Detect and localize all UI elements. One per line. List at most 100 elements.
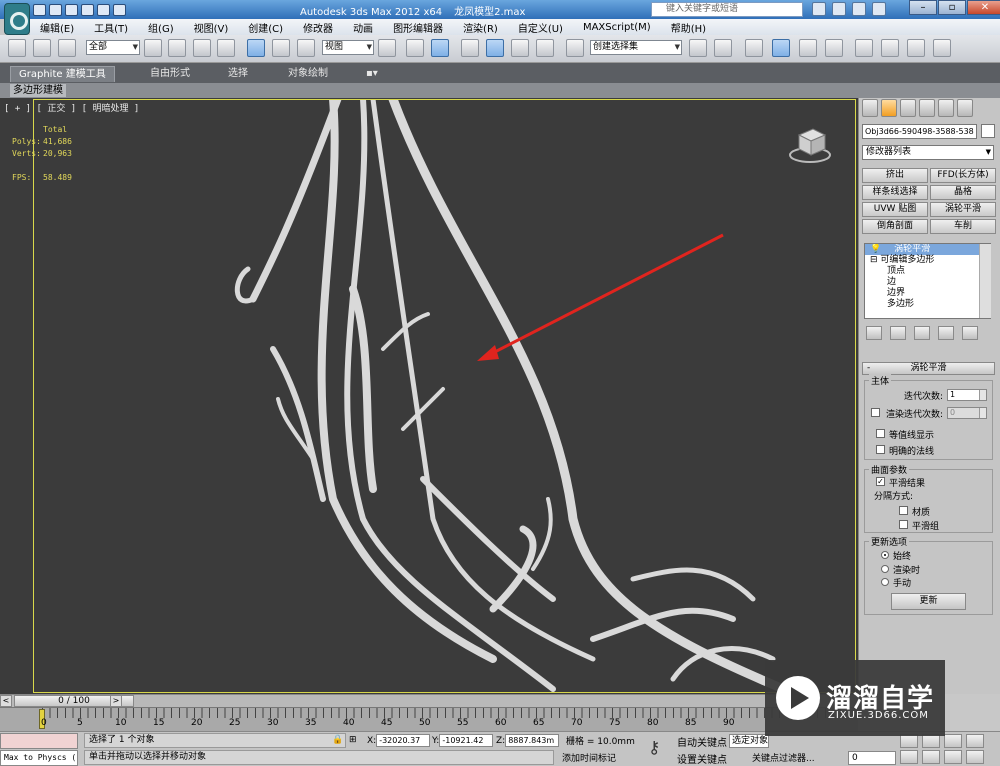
redo-icon[interactable] bbox=[97, 3, 110, 16]
reference-coord-select[interactable]: 视图 bbox=[322, 40, 374, 55]
tab-freeform[interactable]: 自由形式 bbox=[142, 66, 198, 82]
manually-radio[interactable] bbox=[881, 578, 889, 586]
motion-tab-icon[interactable] bbox=[919, 99, 935, 117]
tools-icon[interactable] bbox=[832, 2, 846, 16]
key-filters-button[interactable]: 关键点过滤器... bbox=[752, 751, 815, 764]
undo-icon[interactable] bbox=[81, 3, 94, 16]
polygon-modeling-button[interactable]: 多边形建模 bbox=[10, 84, 66, 97]
new-file-icon[interactable] bbox=[33, 3, 46, 16]
menu-modifiers[interactable]: 修改器 bbox=[293, 20, 343, 35]
modifier-list-select[interactable]: 修改器列表 bbox=[862, 145, 994, 160]
close-button[interactable]: ✕ bbox=[967, 0, 1000, 15]
open-file-icon[interactable] bbox=[49, 3, 62, 16]
window-crossing-icon[interactable] bbox=[217, 39, 235, 57]
stack-item-turbosmooth[interactable]: 💡 涡轮平滑 bbox=[865, 244, 990, 255]
menu-animation[interactable]: 动画 bbox=[343, 20, 383, 35]
configure-sets-icon[interactable] bbox=[962, 326, 978, 340]
materials-checkbox[interactable] bbox=[899, 506, 908, 515]
menu-rendering[interactable]: 渲染(R) bbox=[453, 20, 508, 35]
keyboard-shortcut-icon[interactable] bbox=[431, 39, 449, 57]
smoothing-groups-checkbox[interactable] bbox=[899, 520, 908, 529]
viewport-label[interactable]: [ + ] [ 正交 ] [ 明暗处理 ] bbox=[4, 101, 139, 114]
align-icon[interactable] bbox=[714, 39, 732, 57]
link-icon[interactable] bbox=[8, 39, 26, 57]
menu-views[interactable]: 视图(V) bbox=[184, 20, 239, 35]
maxscript-listener[interactable] bbox=[0, 733, 78, 749]
absolute-mode-icon[interactable]: ⊞ bbox=[349, 734, 357, 748]
menu-tools[interactable]: 工具(T) bbox=[84, 20, 138, 35]
make-unique-icon[interactable] bbox=[914, 326, 930, 340]
mirror-icon[interactable] bbox=[689, 39, 707, 57]
auto-key-button[interactable]: 自动关键点 bbox=[677, 734, 727, 749]
show-end-result-icon[interactable] bbox=[890, 326, 906, 340]
lock-selection-icon[interactable]: 🔒 bbox=[332, 734, 343, 748]
field-of-view-icon[interactable] bbox=[900, 750, 918, 764]
lattice-button[interactable]: 晶格 bbox=[930, 185, 996, 200]
ffd-box-button[interactable]: FFD(长方体) bbox=[930, 168, 996, 183]
bevel-profile-button[interactable]: 倒角剖面 bbox=[862, 219, 928, 234]
search-input[interactable]: 键入关键字或短语 bbox=[651, 2, 803, 17]
uvw-map-button[interactable]: UVW 贴图 bbox=[862, 202, 928, 217]
iterations-spinner[interactable]: 1 bbox=[947, 389, 987, 401]
isoline-checkbox[interactable] bbox=[876, 429, 885, 438]
zoom-extents-all-icon[interactable] bbox=[966, 734, 984, 748]
smooth-result-checkbox[interactable]: ✓ bbox=[876, 477, 885, 486]
stack-scrollbar[interactable] bbox=[979, 244, 991, 318]
prev-frame-icon[interactable]: < bbox=[0, 695, 12, 707]
display-tab-icon[interactable] bbox=[938, 99, 954, 117]
object-name-field[interactable]: Obj3d66-590498-3588-538 bbox=[862, 124, 977, 139]
save-file-icon[interactable] bbox=[65, 3, 78, 16]
maxscript-mini-listener[interactable]: Max to Physcs ( bbox=[0, 750, 78, 766]
menu-maxscript[interactable]: MAXScript(M) bbox=[573, 22, 661, 33]
restore-button[interactable]: ▫ bbox=[938, 0, 966, 15]
viewcube-icon[interactable] bbox=[787, 125, 833, 165]
current-frame-input[interactable]: 0 bbox=[848, 751, 896, 765]
add-time-tag[interactable]: 添加时间标记 bbox=[562, 751, 616, 764]
key-selection-select[interactable]: 选定对象 bbox=[729, 734, 769, 748]
render-frame-icon[interactable] bbox=[907, 39, 925, 57]
bind-space-warp-icon[interactable] bbox=[58, 39, 76, 57]
hierarchy-tab-icon[interactable] bbox=[900, 99, 916, 117]
binoculars-icon[interactable] bbox=[812, 2, 826, 16]
when-rendering-radio[interactable] bbox=[881, 565, 889, 573]
remove-modifier-icon[interactable] bbox=[938, 326, 954, 340]
rect-selection-icon[interactable] bbox=[193, 39, 211, 57]
create-tab-icon[interactable] bbox=[862, 99, 878, 117]
zoom-icon[interactable] bbox=[900, 734, 918, 748]
snap-3d-icon[interactable] bbox=[461, 39, 479, 57]
zoom-all-icon[interactable] bbox=[922, 734, 940, 748]
zoom-extents-icon[interactable] bbox=[944, 734, 962, 748]
rotate-icon[interactable] bbox=[272, 39, 290, 57]
menu-customize[interactable]: 自定义(U) bbox=[508, 20, 573, 35]
material-editor-icon[interactable] bbox=[855, 39, 873, 57]
update-button[interactable]: 更新 bbox=[891, 593, 966, 610]
pivot-center-icon[interactable] bbox=[378, 39, 396, 57]
stack-item-editable-poly[interactable]: ⊟ 可编辑多边形 bbox=[865, 255, 990, 266]
tab-selection[interactable]: 选择 bbox=[220, 66, 256, 82]
menu-graph-editors[interactable]: 图形编辑器 bbox=[383, 20, 453, 35]
orbit-icon[interactable] bbox=[944, 750, 962, 764]
stack-item-vertex[interactable]: 顶点 bbox=[865, 266, 990, 277]
select-by-name-icon[interactable] bbox=[168, 39, 186, 57]
move-icon[interactable] bbox=[247, 39, 265, 57]
always-radio[interactable] bbox=[881, 551, 889, 559]
layer-manager-icon[interactable] bbox=[745, 39, 763, 57]
unlink-icon[interactable] bbox=[33, 39, 51, 57]
ribbon-options-icon[interactable]: ▪▾ bbox=[358, 66, 386, 82]
render-setup-icon[interactable] bbox=[881, 39, 899, 57]
scale-icon[interactable] bbox=[297, 39, 315, 57]
menu-help[interactable]: 帮助(H) bbox=[661, 20, 716, 35]
spline-select-button[interactable]: 样条线选择 bbox=[862, 185, 928, 200]
minimize-button[interactable]: – bbox=[909, 0, 937, 15]
select-manipulate-icon[interactable] bbox=[406, 39, 424, 57]
project-folder-icon[interactable] bbox=[113, 3, 126, 16]
stack-item-polygon[interactable]: 多边形 bbox=[865, 299, 990, 310]
render-teapot-icon[interactable] bbox=[933, 39, 951, 57]
spinner-snap-icon[interactable] bbox=[536, 39, 554, 57]
star-icon[interactable] bbox=[852, 2, 866, 16]
pin-stack-icon[interactable] bbox=[866, 326, 882, 340]
app-logo-button[interactable] bbox=[4, 3, 30, 35]
next-frame-icon[interactable]: > bbox=[110, 695, 122, 707]
pan-icon[interactable] bbox=[922, 750, 940, 764]
stack-item-edge[interactable]: 边 bbox=[865, 277, 990, 288]
